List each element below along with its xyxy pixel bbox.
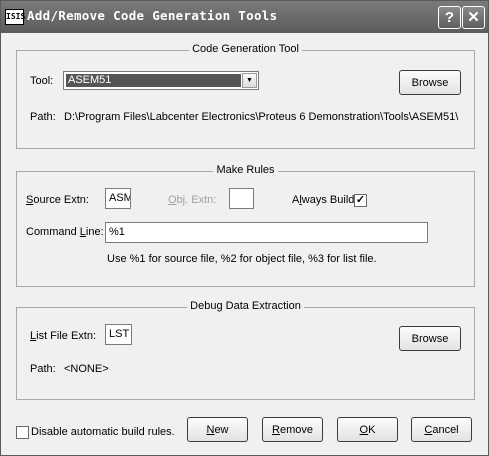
debug-browse-button[interactable]: Browse: [399, 326, 461, 351]
debug-data-extraction-group-title: Debug Data Extraction: [187, 300, 304, 312]
dialog-window: ISIS Add/Remove Code Generation Tools ? …: [0, 0, 489, 456]
remove-button[interactable]: Remove: [262, 417, 323, 442]
close-button[interactable]: ✕: [462, 6, 485, 29]
command-line-field[interactable]: %1: [105, 222, 428, 243]
new-button[interactable]: New: [187, 417, 248, 442]
list-file-extn-label: List File Extn:: [30, 330, 97, 342]
tool-select-value: ASEM51: [66, 74, 241, 87]
obj-extn-field[interactable]: [229, 188, 254, 209]
always-build-checkbox[interactable]: ✓: [354, 194, 367, 207]
tool-select[interactable]: ASEM51 ▼: [63, 71, 259, 90]
obj-extn-label: Obj. Extn:: [168, 194, 217, 206]
code-generation-tool-group-title: Code Generation Tool: [189, 43, 302, 55]
tool-browse-button[interactable]: Browse: [399, 70, 461, 95]
ok-button[interactable]: OK: [337, 417, 398, 442]
make-rules-group-title: Make Rules: [213, 164, 278, 176]
code-generation-tool-group: Code Generation Tool: [16, 43, 475, 149]
title-bar[interactable]: ISIS Add/Remove Code Generation Tools ? …: [1, 1, 488, 33]
path-label: Path:: [30, 111, 56, 123]
tool-path-value: D:\Program Files\Labcenter Electronics\P…: [64, 111, 459, 123]
command-line-hint: Use %1 for source file, %2 for object fi…: [107, 253, 377, 265]
debug-data-extraction-group: Debug Data Extraction: [16, 300, 475, 400]
isis-app-icon: ISIS: [5, 9, 25, 25]
window-title: Add/Remove Code Generation Tools: [27, 8, 278, 23]
cancel-button[interactable]: Cancel: [411, 417, 472, 442]
disable-auto-build-label: Disable automatic build rules.: [31, 426, 175, 438]
chevron-down-icon[interactable]: ▼: [242, 73, 257, 88]
tool-label: Tool:: [30, 75, 54, 87]
source-extn-field[interactable]: ASM: [105, 188, 131, 209]
command-line-label: Command Line:: [26, 226, 104, 238]
debug-path-label: Path:: [30, 363, 56, 375]
list-file-extn-field[interactable]: LST: [105, 324, 132, 345]
debug-path-value: <NONE>: [64, 363, 109, 375]
disable-auto-build-checkbox[interactable]: [16, 426, 29, 439]
always-build-label: Always Build:: [292, 194, 358, 206]
source-extn-label: Source Extn:: [26, 194, 89, 206]
help-button[interactable]: ?: [438, 6, 461, 29]
